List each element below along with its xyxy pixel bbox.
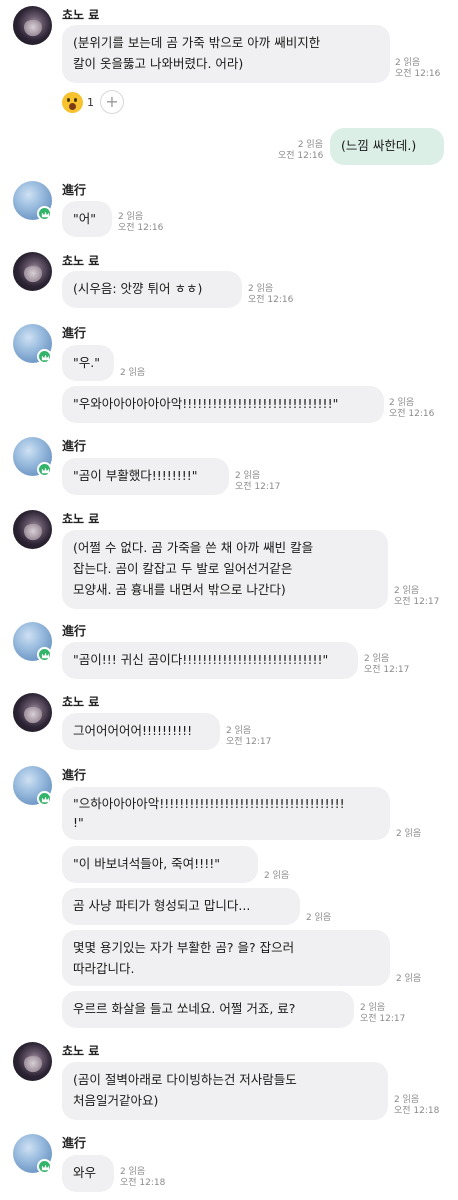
read-count: 2 읽음 xyxy=(360,1003,386,1013)
message-meta: 2 읽음 오전 12:16 xyxy=(395,58,440,80)
message-meta: 2 읽음 오전 12:17 xyxy=(360,1003,405,1025)
message-meta: 2 읽음 오전 12:17 xyxy=(394,586,439,608)
message-bubble[interactable]: (분위기를 보는데 곰 가죽 밖으로 아까 쌔비지한 칼이 옷을뚫고 나와버렸다… xyxy=(62,25,390,83)
read-count: 2 읽음 xyxy=(396,974,422,984)
message-bubble[interactable]: "우와아아아아아아악!!!!!!!!!!!!!!!!!!!!!!!!!!!!!!… xyxy=(62,386,384,423)
crown-badge-icon xyxy=(37,1159,52,1174)
crown-badge-icon xyxy=(37,349,52,364)
read-count: 2 읽음 xyxy=(396,829,422,839)
timestamp: 오전 12:16 xyxy=(395,69,441,79)
sender-name: 쵸노 료 xyxy=(62,254,100,268)
message-meta: 2 읽음 오전 12:18 xyxy=(394,1095,439,1117)
timestamp: 오전 12:16 xyxy=(278,151,324,161)
message-meta: 2 읽음 xyxy=(264,871,289,882)
sender-name: 進行 xyxy=(62,1136,87,1150)
read-count: 2 읽음 xyxy=(306,913,332,923)
message-meta: 2 읽음 오전 12:18 xyxy=(120,1167,165,1189)
read-count: 2 읽음 xyxy=(394,586,420,596)
read-count: 2 읽음 xyxy=(394,1095,420,1105)
timestamp: 오전 12:16 xyxy=(248,295,294,305)
crown-badge-icon xyxy=(37,647,52,662)
read-count: 2 읽음 xyxy=(248,284,274,294)
read-count: 2 읽음 xyxy=(226,726,252,736)
message-bubble[interactable]: 그어어어어어!!!!!!!!!! xyxy=(62,713,220,750)
chat-transcript[interactable]: 쵸노 료 (분위기를 보는데 곰 가죽 밖으로 아까 쌔비지한 칼이 옷을뚫고 … xyxy=(0,0,458,1200)
message-bubble[interactable]: 몇몇 용기있는 자가 부활한 곰? 을? 잡으러 따라갑니다. xyxy=(62,930,390,986)
message-meta: 2 읽음 오전 12:16 xyxy=(118,212,163,234)
message-bubble[interactable]: (어쩔 수 없다. 곰 가죽을 쓴 채 아까 쌔빈 칼을 잡는다. 곰이 칼잡고… xyxy=(62,530,388,609)
read-count: 2 읽음 xyxy=(118,212,144,222)
reaction-chip[interactable]: 1 xyxy=(62,91,94,113)
message-meta: 2 읽음 xyxy=(120,368,145,379)
sender-name: 進行 xyxy=(62,768,87,782)
reaction-count: 1 xyxy=(87,95,94,109)
message-bubble[interactable]: "곰이 부활했다!!!!!!!!" xyxy=(62,458,229,495)
message-bubble[interactable]: "곰이!!! 귀신 곰이다!!!!!!!!!!!!!!!!!!!!!!!!!!!… xyxy=(62,642,358,679)
crown-badge-icon xyxy=(37,206,52,221)
timestamp: 오전 12:17 xyxy=(226,737,272,747)
wow-emoji-icon xyxy=(62,91,83,113)
message-bubble[interactable]: (곰이 절벽아래로 다이빙하는건 저사람들도 처음일거같아요) xyxy=(62,1062,388,1120)
avatar-kyo[interactable] xyxy=(13,252,52,291)
read-count: 2 읽음 xyxy=(297,140,323,150)
read-count: 2 읽음 xyxy=(395,58,421,68)
message-bubble[interactable]: (시우음: 앗꺙 튀어 ㅎㅎ) xyxy=(62,271,242,308)
crown-badge-icon xyxy=(37,462,52,477)
timestamp: 오전 12:17 xyxy=(235,482,281,492)
add-reaction-icon[interactable]: + xyxy=(100,90,124,114)
message-meta: 2 읽음 오전 12:16 xyxy=(278,140,323,162)
message-meta: 2 읽음 오전 12:16 xyxy=(248,284,293,306)
sender-name: 進行 xyxy=(62,624,87,638)
sender-name: 쵸노 료 xyxy=(62,1044,100,1058)
timestamp: 오전 12:17 xyxy=(394,597,440,607)
message-meta: 2 읽음 xyxy=(396,974,421,985)
message-bubble[interactable]: "으하아아아아악!!!!!!!!!!!!!!!!!!!!!!!!!!!!!!!!… xyxy=(62,787,390,840)
avatar-kyo[interactable] xyxy=(13,693,52,732)
message-meta: 2 읽음 오전 12:16 xyxy=(389,398,434,420)
message-bubble[interactable]: 곰 사냥 파티가 형성되고 맙니다... xyxy=(62,888,300,925)
read-count: 2 읽음 xyxy=(264,871,290,881)
message-meta: 2 읽음 오전 12:17 xyxy=(235,471,280,493)
message-meta: 2 읽음 오전 12:17 xyxy=(226,726,271,748)
sender-name: 進行 xyxy=(62,439,87,453)
crown-badge-icon xyxy=(37,791,52,806)
message-bubble[interactable]: "우." xyxy=(62,345,114,381)
message-bubble[interactable]: 와우 xyxy=(62,1155,114,1192)
avatar-kyo[interactable] xyxy=(13,510,52,549)
sender-name: 쵸노 료 xyxy=(62,512,100,526)
reaction-bar: 1 + xyxy=(62,90,124,114)
message-bubble[interactable]: "이 바보녀석들아, 죽여!!!!" xyxy=(62,846,258,883)
message-bubble[interactable]: 우르르 화살을 들고 쏘네요. 어쩔 거죠, 료? xyxy=(62,991,354,1028)
read-count: 2 읽음 xyxy=(120,1167,146,1177)
timestamp: 오전 12:16 xyxy=(389,409,435,419)
read-count: 2 읽음 xyxy=(389,398,415,408)
sender-name: 쵸노 료 xyxy=(62,8,100,22)
timestamp: 오전 12:18 xyxy=(394,1106,440,1116)
sender-name: 進行 xyxy=(62,326,87,340)
sender-name: 쵸노 료 xyxy=(62,695,100,709)
avatar-kyo[interactable] xyxy=(13,1042,52,1081)
timestamp: 오전 12:16 xyxy=(118,223,164,233)
avatar-kyo[interactable] xyxy=(13,6,52,45)
read-count: 2 읽음 xyxy=(120,368,146,378)
message-bubble[interactable]: "어" xyxy=(62,201,112,237)
message-meta: 2 읽음 오전 12:17 xyxy=(364,654,409,676)
message-meta: 2 읽음 xyxy=(396,829,421,840)
message-meta: 2 읽음 xyxy=(306,913,331,924)
my-message-bubble[interactable]: (느낌 싸한데.) xyxy=(330,128,444,165)
sender-name: 進行 xyxy=(62,183,87,197)
read-count: 2 읽음 xyxy=(364,654,390,664)
read-count: 2 읽음 xyxy=(235,471,261,481)
timestamp: 오전 12:17 xyxy=(360,1014,406,1024)
timestamp: 오전 12:17 xyxy=(364,665,410,675)
timestamp: 오전 12:18 xyxy=(120,1178,166,1188)
